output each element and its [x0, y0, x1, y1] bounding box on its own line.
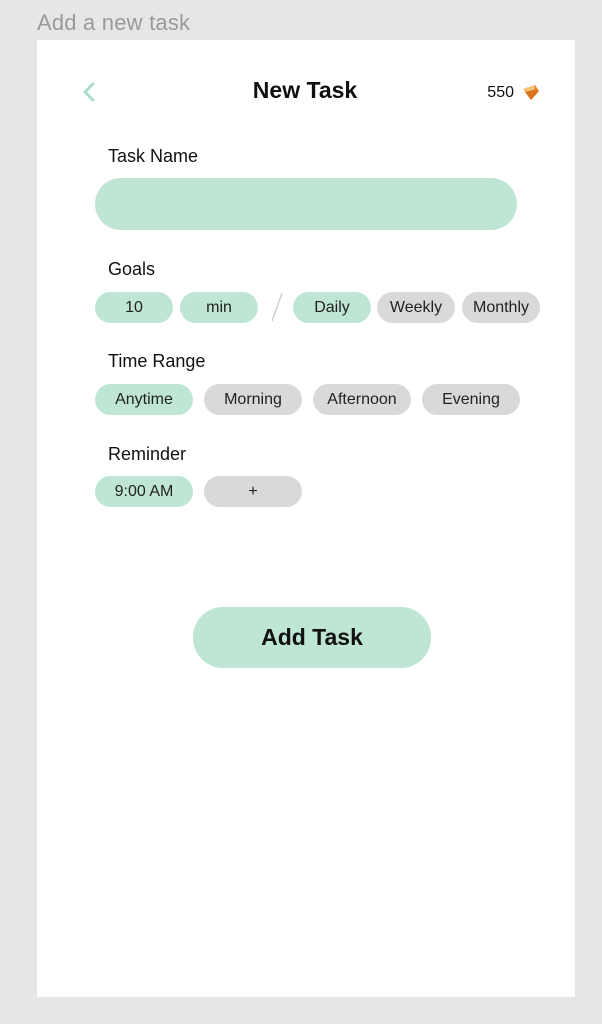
add-reminder-button[interactable]: + — [204, 476, 302, 507]
task-name-label: Task Name — [108, 146, 199, 166]
goal-amount-chip[interactable]: 10 — [95, 292, 173, 323]
frame-label: Add a new task — [37, 10, 191, 35]
coin-balance: 550 — [487, 84, 540, 102]
time-range-label: Time Range — [108, 351, 206, 371]
reminder-time-chip[interactable]: 9:00 AM — [95, 476, 193, 507]
divider-slash — [271, 292, 283, 322]
reminder-label: Reminder — [108, 444, 187, 464]
time-chip-afternoon[interactable]: Afternoon — [313, 384, 411, 415]
time-chip-morning[interactable]: Morning — [204, 384, 302, 415]
period-chip-weekly[interactable]: Weekly — [377, 292, 455, 323]
goal-unit-chip[interactable]: min — [180, 292, 258, 323]
coin-count: 550 — [487, 84, 514, 101]
time-chip-anytime[interactable]: Anytime — [95, 384, 193, 415]
goals-label: Goals — [108, 259, 156, 279]
task-name-input[interactable] — [95, 178, 517, 230]
period-chip-monthly[interactable]: Monthly — [462, 292, 540, 323]
period-chip-daily[interactable]: Daily — [293, 292, 371, 323]
time-chip-evening[interactable]: Evening — [422, 384, 520, 415]
gem-icon — [523, 85, 539, 100]
add-task-button[interactable]: Add Task — [193, 607, 431, 668]
